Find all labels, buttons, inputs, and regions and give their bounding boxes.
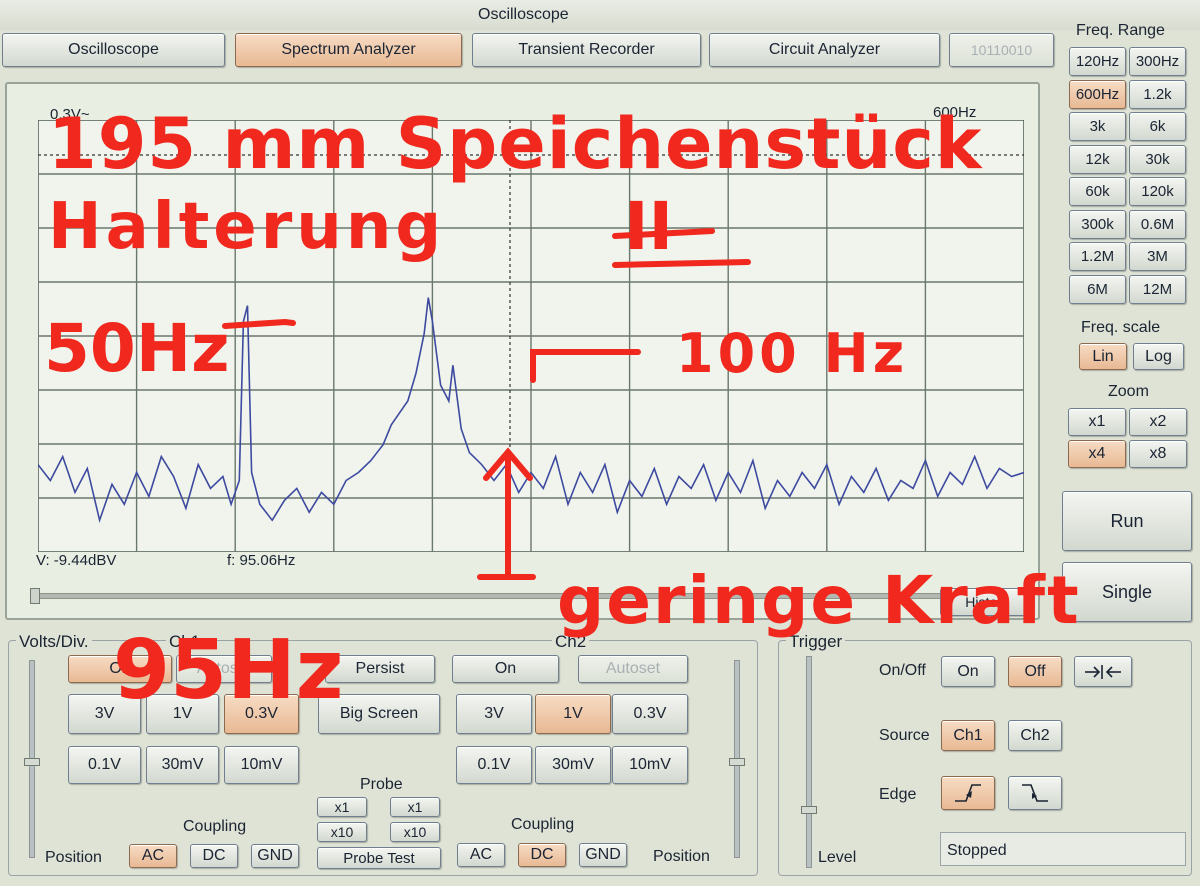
annotation-title-line2: Halterung	[48, 190, 446, 264]
annotation-95hz: 95Hz	[113, 623, 344, 718]
annotation-title-line1: 195 mm Speichenstück	[48, 103, 983, 185]
annotation-50hz: 50Hz	[44, 310, 230, 387]
annotation-title-roman: II	[624, 188, 674, 265]
annotation-force: geringe Kraft	[557, 562, 1081, 639]
annotation-100hz: 100 Hz	[676, 322, 909, 385]
